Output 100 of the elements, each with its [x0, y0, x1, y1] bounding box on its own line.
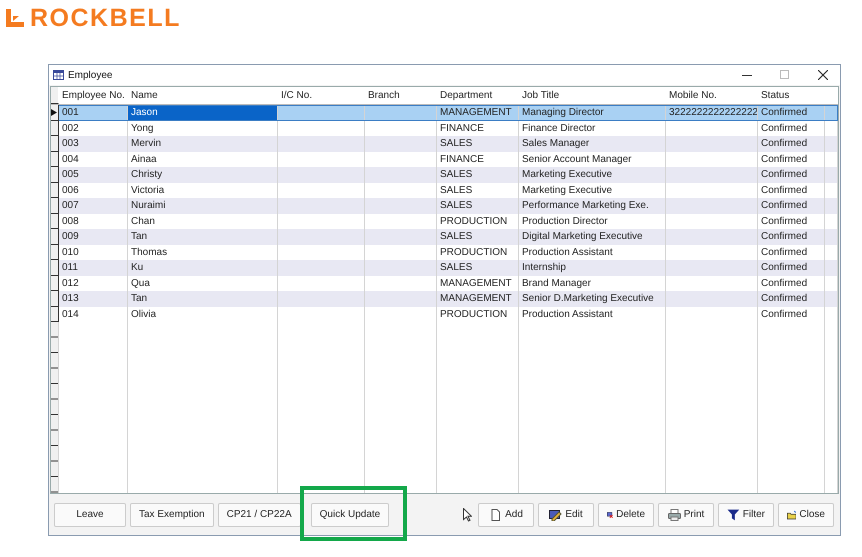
table-cell: Mervin: [131, 138, 162, 149]
table-cell: Qua: [131, 278, 150, 288]
table-cell: Confirmed: [761, 200, 808, 211]
toolbar-button[interactable]: Edit: [538, 502, 594, 526]
table-cell: SALES: [440, 184, 472, 196]
table-icon: [53, 70, 64, 80]
table-cell: PRODUCTION: [440, 246, 508, 258]
table-cell: 004: [62, 154, 79, 164]
table-cell: Thomas: [131, 246, 168, 258]
toolbar-button[interactable]: Close: [778, 502, 834, 526]
table-cell: Confirmed: [761, 308, 808, 320]
table-row[interactable]: 014 Olivia PRODUCTION Production Assistant Confirmed: [51, 306, 838, 322]
table-cell: 001: [62, 107, 79, 118]
table-cell: Senior Account Manager: [522, 154, 632, 164]
table-cell: Confirmed: [761, 216, 808, 226]
row-header[interactable]: [51, 105, 59, 120]
table-cell: 006: [62, 184, 79, 196]
table-cell: Confirmed: [761, 278, 808, 288]
table-row[interactable]: 013 Tan MANAGEMENT Senior D.Marketing Executive Confirmed: [51, 291, 838, 306]
table-cell: 007: [62, 200, 79, 211]
row-pointer-icon: [51, 109, 57, 116]
table-row[interactable]: 009 Tan SALES Digital Marketing Executive Confirmed: [51, 229, 838, 244]
table-row[interactable]: 003 Mervin SALES Sales Manager Confirmed: [51, 136, 838, 152]
quick-update-button[interactable]: Quick Update: [310, 502, 390, 526]
row-header[interactable]: [51, 167, 59, 182]
table-cell: Production Assistant: [522, 308, 613, 320]
table-cell: 005: [62, 169, 79, 180]
table-row[interactable]: 011 Ku SALES Internship Confirmed: [51, 260, 838, 276]
row-header[interactable]: [51, 120, 59, 136]
table-cell: Digital Marketing Executive: [522, 231, 643, 242]
table-cell: Yong: [131, 122, 154, 134]
row-header[interactable]: [51, 214, 59, 229]
table-cell: 014: [62, 308, 79, 320]
table-cell: Confirmed: [761, 293, 808, 304]
toolbar-button[interactable]: Print: [658, 502, 714, 526]
column-header[interactable]: Job Title: [519, 87, 666, 104]
table-cell: 009: [62, 231, 79, 242]
row-header[interactable]: [51, 244, 59, 260]
toolbar-button[interactable]: Tax Exemption: [130, 502, 214, 526]
table-cell: 003: [62, 138, 79, 149]
table-cell: Marketing Executive: [522, 169, 612, 180]
table-cell: FINANCE: [440, 154, 484, 164]
table-cell: Olivia: [131, 308, 156, 320]
column-header[interactable]: Mobile No.: [666, 87, 758, 104]
row-header[interactable]: [51, 182, 59, 198]
row-header[interactable]: [51, 152, 59, 167]
row-header[interactable]: [51, 229, 59, 244]
logo-text: ROCKBELL: [30, 6, 181, 30]
table-cell: Production Director: [522, 216, 608, 226]
table-cell: Ainaa: [131, 154, 157, 164]
mouse-cursor-icon: [463, 508, 472, 522]
table-cell: Confirmed: [761, 262, 808, 273]
table-cell: Tan: [131, 293, 148, 304]
table-cell: Sales Manager: [522, 138, 590, 149]
table-cell: PRODUCTION: [440, 308, 508, 320]
column-header[interactable]: Employee No.: [59, 87, 128, 104]
table-cell: SALES: [440, 138, 472, 149]
toolbar-button[interactable]: Leave: [54, 502, 126, 526]
table-row[interactable]: 005 Christy SALES Marketing Executive Confirmed: [51, 167, 838, 182]
row-header[interactable]: [51, 306, 59, 322]
table-cell: Performance Marketing Exe.: [522, 200, 649, 211]
row-header[interactable]: [51, 260, 59, 276]
toolbar-button[interactable]: CP21 / CP22A: [218, 502, 301, 526]
table-cell: MANAGEMENT: [440, 107, 512, 118]
table-cell: Confirmed: [761, 169, 808, 180]
table-row[interactable]: 007 Nuraimi SALES Performance Marketing Exe. Confirmed: [51, 198, 838, 214]
selected-cell[interactable]: Jason: [128, 105, 278, 120]
folder-icon: [787, 508, 796, 520]
column-header[interactable]: Department: [437, 87, 519, 104]
toolbar-button[interactable]: Filter: [718, 502, 774, 526]
table-cell: Confirmed: [761, 184, 808, 196]
filter-icon: [727, 508, 740, 520]
row-header[interactable]: [51, 291, 59, 306]
table-cell: MANAGEMENT: [440, 278, 512, 288]
toolbar-button[interactable]: Add: [478, 502, 534, 526]
column-header[interactable]: Name: [128, 87, 278, 104]
document-icon: [489, 508, 502, 520]
table-cell: 013: [62, 293, 79, 304]
table-cell: SALES: [440, 169, 472, 180]
table-cell: FINANCE: [440, 122, 484, 134]
row-header[interactable]: [51, 136, 59, 152]
table-cell: Victoria: [131, 184, 164, 196]
row-header[interactable]: [51, 198, 59, 214]
toolbar-button[interactable]: Delete: [598, 502, 654, 526]
column-header[interactable]: Status: [758, 87, 825, 104]
table-cell: 010: [62, 246, 79, 258]
table-cell: Managing Director: [522, 107, 604, 118]
table-cell: SALES: [440, 262, 472, 273]
table-cell: Confirmed: [761, 231, 808, 242]
table-cell: Tan: [131, 231, 148, 242]
window-title: Employee: [68, 70, 114, 80]
row-header[interactable]: [51, 276, 59, 291]
table-cell: Christy: [131, 169, 162, 180]
table-cell: Internship: [522, 262, 566, 273]
column-header[interactable]: Branch: [365, 87, 437, 104]
table-cell: Confirmed: [761, 122, 808, 134]
close-icon[interactable]: [818, 70, 828, 80]
table-cell: Finance Director: [522, 122, 596, 134]
column-header[interactable]: I/C No.: [278, 87, 365, 104]
table-cell: Production Assistant: [522, 246, 613, 258]
